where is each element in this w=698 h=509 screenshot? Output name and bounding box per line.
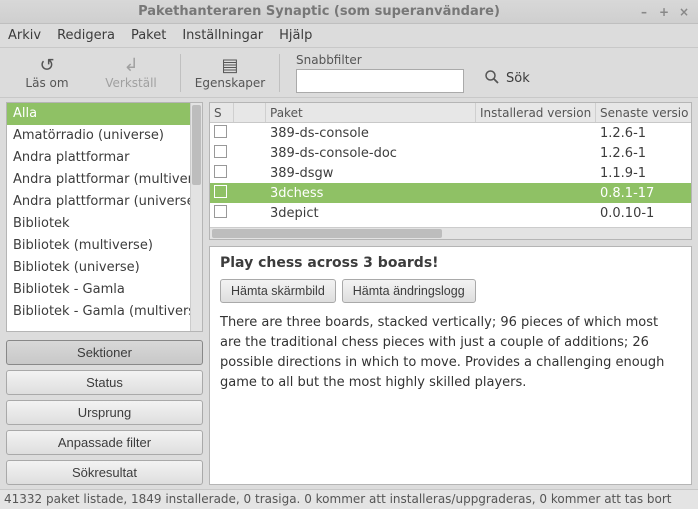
pkg-latest: 0.8.1-17	[596, 186, 688, 201]
menubar: Arkiv Redigera Paket Inställningar Hjälp	[0, 24, 698, 48]
search-results-button[interactable]: Sökresultat	[6, 460, 203, 485]
category-item[interactable]: Bibliotek - Gamla	[7, 279, 202, 301]
col-latest[interactable]: Senaste versio	[596, 103, 688, 122]
properties-button[interactable]: ▤ Egenskaper	[191, 51, 269, 95]
col-installed[interactable]: Installerad version	[476, 103, 596, 122]
pkg-name: 389-ds-console-doc	[266, 146, 476, 161]
search-label: Sök	[506, 71, 530, 86]
pkg-name: 389-dsgw	[266, 166, 476, 181]
reload-label: Läs om	[25, 76, 68, 90]
table-row[interactable]: 389-dsgw 1.1.9-1	[210, 163, 691, 183]
package-hscrollbar[interactable]	[210, 227, 691, 239]
quickfilter-label: Snabbfilter	[296, 53, 464, 67]
custom-filters-button[interactable]: Anpassade filter	[6, 430, 203, 455]
quickfilter-block: Snabbfilter	[296, 53, 464, 93]
category-list[interactable]: Alla Amatörradio (universe) Andra plattf…	[6, 102, 203, 332]
category-item[interactable]: Andra plattformar (multiverse)	[7, 169, 202, 191]
search-icon	[484, 69, 500, 89]
status-checkbox[interactable]	[214, 125, 227, 138]
pkg-name: 3depict	[266, 206, 476, 221]
category-item[interactable]: Bibliotek (multiverse)	[7, 235, 202, 257]
toolbar: ↺ Läs om ↲ Verkställ ▤ Egenskaper Snabbf…	[0, 48, 698, 98]
status-button[interactable]: Status	[6, 370, 203, 395]
titlebar: Pakethanteraren Synaptic (som superanvän…	[0, 0, 698, 24]
apply-icon: ↲	[123, 56, 138, 76]
category-scrollbar[interactable]	[190, 103, 202, 331]
menu-arkiv[interactable]: Arkiv	[8, 28, 41, 43]
package-header[interactable]: S Paket Installerad version Senaste vers…	[210, 103, 691, 123]
category-item[interactable]: Amatörradio (universe)	[7, 125, 202, 147]
changelog-button[interactable]: Hämta ändringslogg	[342, 279, 476, 303]
scrollbar-thumb[interactable]	[192, 105, 201, 185]
scrollbar-thumb[interactable]	[212, 229, 442, 238]
col-status[interactable]: S	[210, 103, 234, 122]
table-row[interactable]: 3depict 0.0.10-1	[210, 203, 691, 223]
window-title: Pakethanteraren Synaptic (som superanvän…	[6, 4, 632, 19]
search-button[interactable]: Sök	[484, 69, 530, 89]
right-pane: S Paket Installerad version Senaste vers…	[207, 98, 698, 489]
category-item[interactable]: Bibliotek (universe)	[7, 257, 202, 279]
origin-button[interactable]: Ursprung	[6, 400, 203, 425]
category-item[interactable]: Andra plattformar (universe)	[7, 191, 202, 213]
statusbar: 41332 paket listade, 1849 installerade, …	[0, 489, 698, 509]
main-split: Alla Amatörradio (universe) Andra plattf…	[0, 98, 698, 489]
table-row[interactable]: 389-ds-console-doc 1.2.6-1	[210, 143, 691, 163]
description-body: There are three boards, stacked vertical…	[220, 313, 681, 394]
close-icon[interactable]: ×	[676, 4, 692, 20]
view-buttons: Sektioner Status Ursprung Anpassade filt…	[6, 340, 203, 485]
description-title: Play chess across 3 boards!	[220, 255, 681, 271]
table-row[interactable]: 389-ds-console 1.2.6-1	[210, 123, 691, 143]
pkg-name: 3dchess	[266, 186, 476, 201]
apply-label: Verkställ	[105, 76, 157, 90]
reload-button[interactable]: ↺ Läs om	[8, 51, 86, 95]
package-table: S Paket Installerad version Senaste vers…	[209, 102, 692, 240]
apply-button: ↲ Verkställ	[92, 51, 170, 95]
reload-icon: ↺	[39, 56, 54, 76]
description-pane: Play chess across 3 boards! Hämta skärmb…	[209, 246, 692, 485]
pkg-latest: 0.0.10-1	[596, 206, 688, 221]
minimize-icon[interactable]: –	[636, 4, 652, 20]
status-checkbox[interactable]	[214, 205, 227, 218]
pkg-latest: 1.1.9-1	[596, 166, 688, 181]
properties-label: Egenskaper	[195, 76, 265, 90]
status-checkbox[interactable]	[214, 185, 227, 198]
table-row[interactable]: 3dchess 0.8.1-17	[210, 183, 691, 203]
screenshot-button[interactable]: Hämta skärmbild	[220, 279, 336, 303]
category-item[interactable]: Andra plattformar	[7, 147, 202, 169]
left-pane: Alla Amatörradio (universe) Andra plattf…	[0, 98, 207, 489]
status-checkbox[interactable]	[214, 165, 227, 178]
pkg-name: 389-ds-console	[266, 126, 476, 141]
col-blank[interactable]	[234, 103, 266, 122]
category-item[interactable]: Alla	[7, 103, 202, 125]
toolbar-separator-2	[279, 54, 280, 92]
quickfilter-input[interactable]	[296, 69, 464, 93]
menu-hjalp[interactable]: Hjälp	[279, 28, 312, 43]
toolbar-separator	[180, 54, 181, 92]
category-item[interactable]: Bibliotek - Gamla (multiverse)	[7, 301, 202, 323]
category-item[interactable]: Bibliotek	[7, 213, 202, 235]
properties-icon: ▤	[221, 56, 238, 76]
pkg-latest: 1.2.6-1	[596, 146, 688, 161]
sections-button[interactable]: Sektioner	[6, 340, 203, 365]
maximize-icon[interactable]: +	[656, 4, 672, 20]
menu-paket[interactable]: Paket	[131, 28, 166, 43]
menu-redigera[interactable]: Redigera	[57, 28, 115, 43]
col-package[interactable]: Paket	[266, 103, 476, 122]
pkg-latest: 1.2.6-1	[596, 126, 688, 141]
status-checkbox[interactable]	[214, 145, 227, 158]
menu-installningar[interactable]: Inställningar	[182, 28, 263, 43]
